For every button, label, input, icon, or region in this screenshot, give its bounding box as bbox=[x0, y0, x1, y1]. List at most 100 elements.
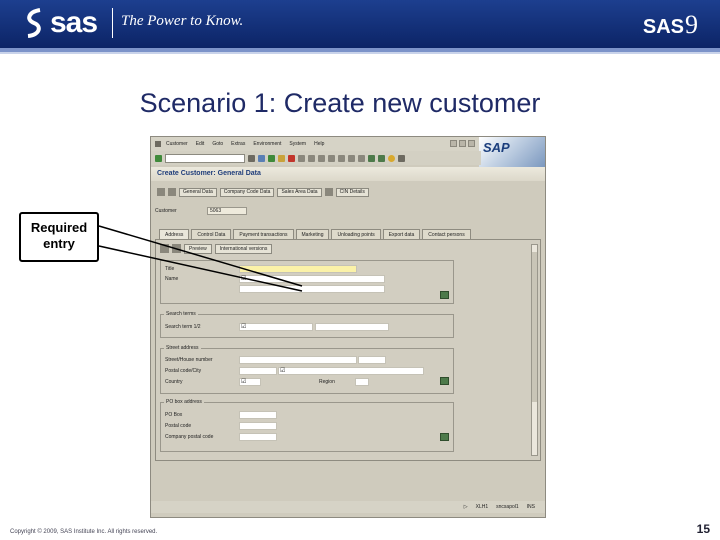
window-controls bbox=[450, 140, 475, 147]
address-panel-toolbar: Preview International versions bbox=[160, 244, 273, 254]
tab-unloading-points[interactable]: Unloading points bbox=[331, 229, 381, 239]
new-session-icon[interactable] bbox=[368, 154, 375, 162]
copy-icon[interactable] bbox=[172, 244, 181, 253]
menu-goto[interactable]: Goto bbox=[212, 141, 223, 147]
status-mode: INS bbox=[526, 504, 535, 510]
po-box-row: PO Box bbox=[165, 411, 277, 419]
tab-marketing[interactable]: Marketing bbox=[295, 229, 330, 239]
po-postal-row: Postal code bbox=[165, 422, 277, 430]
sap-logo: SAP bbox=[479, 137, 545, 167]
slide-title: Scenario 1: Create new customer bbox=[139, 88, 541, 118]
system-menu-icon[interactable] bbox=[155, 141, 161, 147]
help-icon[interactable] bbox=[388, 154, 395, 162]
command-field[interactable] bbox=[165, 153, 245, 163]
search-term-label: Search term 1/2 bbox=[165, 324, 201, 330]
po-box-title: PO box address bbox=[164, 399, 204, 405]
po-postal-input[interactable] bbox=[239, 422, 277, 430]
international-versions-button[interactable]: International versions bbox=[214, 244, 273, 254]
required-check-icon: ☑ bbox=[241, 324, 247, 330]
save-icon[interactable] bbox=[258, 154, 265, 162]
name-label: Name bbox=[165, 276, 179, 282]
company-code-data-button[interactable]: Company Code Data bbox=[219, 187, 275, 197]
city-input[interactable]: ☑ bbox=[278, 367, 424, 375]
house-number-input[interactable] bbox=[358, 356, 386, 364]
first-page-icon[interactable] bbox=[328, 154, 335, 162]
maximize-icon[interactable] bbox=[459, 140, 466, 147]
search-term-row: Search term 1/2 ☑ bbox=[165, 323, 389, 331]
status-arrow-icon[interactable]: ▷ bbox=[464, 504, 468, 510]
back-icon[interactable] bbox=[268, 154, 275, 162]
layout-icon[interactable] bbox=[398, 154, 405, 162]
street-address-group: Street address Street/House number Posta… bbox=[160, 345, 454, 394]
customer-row: Customer 5063 bbox=[155, 207, 247, 215]
preview-button[interactable]: Preview bbox=[184, 244, 212, 254]
po-box-input[interactable] bbox=[239, 411, 277, 419]
company-postal-label: Company postal code bbox=[165, 434, 214, 440]
more-fields-icon[interactable] bbox=[440, 377, 449, 385]
sap-standard-toolbar bbox=[151, 151, 481, 165]
menu-edit[interactable]: Edit bbox=[196, 141, 205, 147]
find-next-icon[interactable] bbox=[318, 154, 325, 162]
close-icon[interactable] bbox=[468, 140, 475, 147]
country-row: Country ☑ Region bbox=[165, 378, 369, 386]
sales-area-data-button[interactable]: Sales Area Data bbox=[277, 187, 322, 197]
required-entry-callout: Required entry bbox=[19, 212, 99, 262]
more-fields-icon[interactable] bbox=[440, 291, 449, 299]
other-customer-icon[interactable] bbox=[168, 188, 176, 196]
name2-input[interactable] bbox=[239, 285, 385, 293]
po-box-label: PO Box bbox=[165, 412, 183, 418]
product-name: SAS bbox=[642, 16, 684, 38]
title-input[interactable] bbox=[239, 265, 357, 273]
tab-payment-transactions[interactable]: Payment transactions bbox=[233, 229, 294, 239]
more-fields-icon[interactable] bbox=[440, 433, 449, 441]
sas-swirl-icon bbox=[27, 8, 41, 38]
required-check-icon: ☑ bbox=[241, 276, 247, 282]
scroll-thumb[interactable] bbox=[532, 252, 537, 402]
search-term1-input[interactable]: ☑ bbox=[239, 323, 313, 331]
menu-extras[interactable]: Extras bbox=[231, 141, 245, 147]
tab-address[interactable]: Address bbox=[159, 229, 190, 239]
find-icon[interactable] bbox=[308, 154, 315, 162]
shortcut-icon[interactable] bbox=[378, 154, 385, 162]
prev-page-icon[interactable] bbox=[338, 154, 345, 162]
menu-customer[interactable]: Customer bbox=[166, 141, 188, 147]
application-toolbar: General Data Company Code Data Sales Are… bbox=[151, 186, 545, 198]
minimize-icon[interactable] bbox=[450, 140, 457, 147]
tab-control-data[interactable]: Control Data bbox=[191, 229, 232, 239]
next-page-icon[interactable] bbox=[348, 154, 355, 162]
customer-label: Customer bbox=[155, 208, 177, 214]
edit-icon[interactable] bbox=[160, 244, 169, 253]
general-data-button[interactable]: General Data bbox=[179, 187, 217, 197]
country-input[interactable]: ☑ bbox=[239, 378, 261, 386]
print-icon[interactable] bbox=[298, 154, 305, 162]
street-address-title: Street address bbox=[164, 345, 201, 351]
street-input[interactable] bbox=[239, 356, 357, 364]
header-rule-light bbox=[0, 52, 720, 54]
slide-header: sas The Power to Know. SAS9 bbox=[0, 0, 720, 48]
exit-icon[interactable] bbox=[278, 154, 285, 162]
vertical-scrollbar[interactable] bbox=[531, 244, 538, 456]
tab-export-data[interactable]: Export data bbox=[382, 229, 421, 239]
status-server: sncsapol1 bbox=[496, 504, 519, 510]
required-check-icon: ☑ bbox=[241, 379, 247, 385]
last-page-icon[interactable] bbox=[358, 154, 365, 162]
cancel-icon[interactable] bbox=[288, 154, 295, 162]
display-change-icon[interactable] bbox=[157, 188, 165, 196]
status-transaction: XLH1 bbox=[475, 504, 489, 510]
menu-help[interactable]: Help bbox=[314, 141, 324, 147]
postal-code-input[interactable] bbox=[239, 367, 277, 375]
search-term2-input[interactable] bbox=[315, 323, 389, 331]
additional-data-icon[interactable] bbox=[324, 188, 333, 196]
company-postal-input[interactable] bbox=[239, 433, 277, 441]
name-input[interactable]: ☑ bbox=[239, 275, 385, 283]
enter-icon[interactable] bbox=[155, 154, 162, 162]
tab-contact-persons[interactable]: Contact persons bbox=[422, 229, 471, 239]
search-terms-group: Search terms Search term 1/2 ☑ bbox=[160, 311, 454, 338]
cin-details-button[interactable]: CIN Details bbox=[335, 187, 369, 197]
command-dropdown-icon[interactable] bbox=[248, 154, 255, 162]
menu-environment[interactable]: Environment bbox=[253, 141, 281, 147]
required-check-icon: ☑ bbox=[280, 368, 286, 374]
region-input[interactable] bbox=[355, 378, 369, 386]
postal-city-row: Postal code/City ☑ bbox=[165, 367, 424, 375]
menu-system[interactable]: System bbox=[289, 141, 306, 147]
